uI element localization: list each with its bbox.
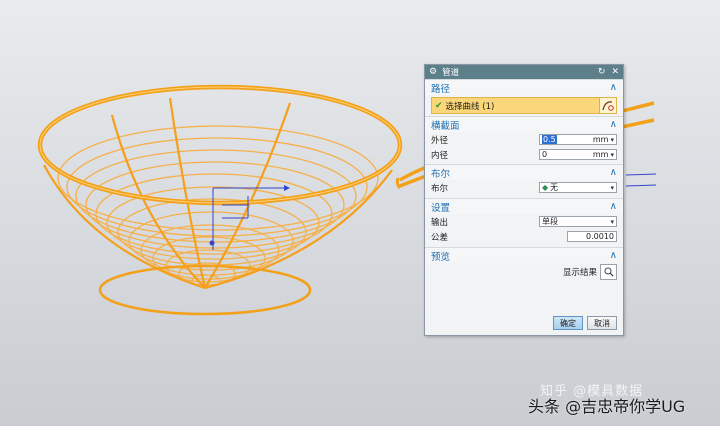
section-boolean-title: 布尔	[431, 168, 451, 180]
pipe-dialog: ⚙ 管道 ↻ ✕ 路径 ∧ ✔ 选择曲线 (1) 横截面 ∧ 外径 0.5 mm…	[424, 64, 624, 336]
chevron-up-icon[interactable]: ∧	[610, 119, 617, 130]
output-value: 单段	[542, 217, 558, 226]
boolean-none-icon: ◆	[542, 183, 549, 192]
ok-button[interactable]: 确定	[553, 316, 583, 330]
chevron-down-icon[interactable]: ▾	[610, 136, 614, 144]
chevron-up-icon[interactable]: ∧	[610, 167, 617, 178]
dialog-title: 管道	[442, 68, 460, 78]
close-icon[interactable]: ✕	[611, 67, 619, 77]
outer-diameter-unit: mm	[592, 135, 609, 144]
dialog-button-bar: 确定 取消	[553, 316, 617, 330]
chevron-down-icon[interactable]: ▾	[610, 218, 614, 226]
inner-diameter-row: 内径 0 mm ▾	[425, 147, 623, 162]
watermark-line2: 头条 @吉忠帝你学UG	[528, 397, 686, 416]
magnifier-icon[interactable]	[600, 264, 617, 280]
dialog-titlebar[interactable]: ⚙ 管道 ↻ ✕	[425, 65, 623, 79]
chevron-up-icon[interactable]: ∧	[610, 250, 617, 261]
section-settings-header[interactable]: 设置 ∧	[425, 198, 623, 214]
outer-diameter-row: 外径 0.5 mm ▾	[425, 132, 623, 147]
section-preview-title: 预览	[431, 251, 451, 263]
tolerance-row: 公差 0.0010	[425, 229, 623, 244]
select-curve-row[interactable]: ✔ 选择曲线 (1)	[431, 97, 617, 114]
chevron-up-icon[interactable]: ∧	[610, 201, 617, 212]
show-result-label: 显示结果	[562, 268, 597, 278]
inner-diameter-label: 内径	[431, 150, 449, 161]
tolerance-label: 公差	[431, 232, 449, 243]
boolean-label: 布尔	[431, 183, 449, 194]
section-preview-header[interactable]: 预览 ∧	[425, 247, 623, 263]
inner-diameter-value[interactable]: 0	[542, 150, 547, 159]
section-path-title: 路径	[431, 83, 451, 95]
chevron-up-icon[interactable]: ∧	[610, 82, 617, 93]
check-icon: ✔	[435, 100, 443, 111]
inner-diameter-field[interactable]: 0 mm ▾	[539, 149, 617, 160]
boolean-value: 无	[550, 183, 559, 192]
chevron-down-icon[interactable]: ▾	[610, 184, 614, 192]
gear-icon[interactable]: ⚙	[429, 67, 437, 77]
cancel-button[interactable]: 取消	[587, 316, 617, 330]
section-cross-section-title: 横截面	[431, 120, 460, 132]
curve-select-icon[interactable]	[599, 98, 616, 113]
outer-diameter-field[interactable]: 0.5 mm ▾	[539, 134, 617, 145]
inner-diameter-unit: mm	[592, 150, 609, 159]
outer-diameter-value[interactable]: 0.5	[542, 135, 557, 144]
outer-diameter-label: 外径	[431, 135, 449, 146]
boolean-row: 布尔 ◆ 无 ▾	[425, 180, 623, 195]
show-result-row: 显示结果	[425, 263, 623, 281]
tolerance-value[interactable]: 0.0010	[586, 232, 614, 241]
output-row: 输出 单段 ▾	[425, 214, 623, 229]
chevron-down-icon[interactable]: ▾	[610, 151, 614, 159]
section-boolean-header[interactable]: 布尔 ∧	[425, 164, 623, 180]
section-path-header[interactable]: 路径 ∧	[425, 79, 623, 95]
output-select[interactable]: 单段 ▾	[539, 216, 617, 227]
section-cross-section-header[interactable]: 横截面 ∧	[425, 116, 623, 132]
select-curve-label: 选择曲线 (1)	[445, 101, 495, 112]
section-settings-title: 设置	[431, 202, 451, 214]
reset-icon[interactable]: ↻	[598, 67, 606, 77]
tolerance-field[interactable]: 0.0010	[567, 231, 617, 242]
boolean-select[interactable]: ◆ 无 ▾	[539, 182, 617, 193]
output-label: 输出	[431, 217, 449, 228]
